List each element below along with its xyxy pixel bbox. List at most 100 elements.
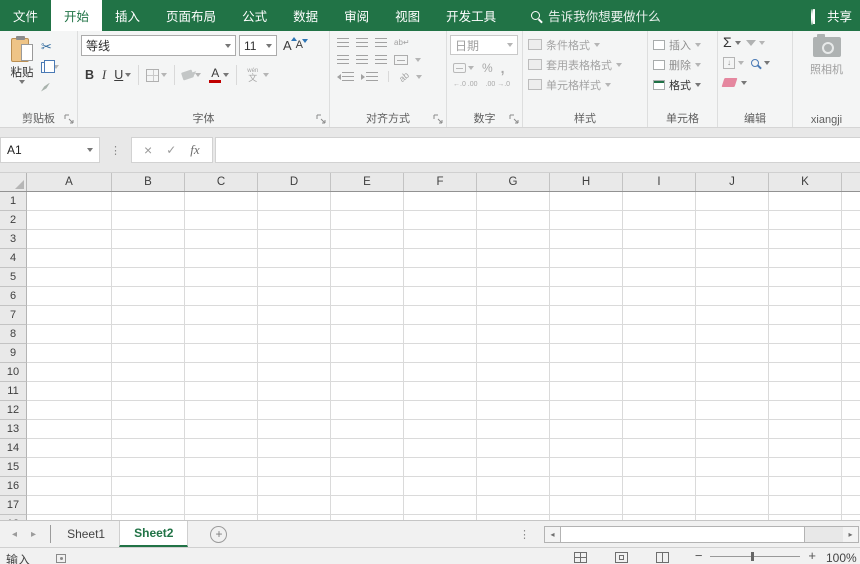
cell-C5[interactable] [185,268,258,287]
cell-I1[interactable] [623,192,696,211]
cell-A12[interactable] [27,401,112,420]
cell-G6[interactable] [477,287,550,306]
cut-button[interactable]: ✂ [41,40,59,54]
row-header-4[interactable]: 4 [0,249,27,268]
cell-J11[interactable] [696,382,769,401]
normal-view-icon[interactable] [574,552,587,563]
zoom-slider[interactable] [710,556,800,557]
row-header-17[interactable]: 17 [0,496,27,515]
cell-D8[interactable] [258,325,331,344]
row-header-14[interactable]: 14 [0,439,27,458]
merge-center-button[interactable] [394,55,408,65]
cell-D9[interactable] [258,344,331,363]
cell-partial-14[interactable] [842,439,860,458]
tab-home[interactable]: 开始 [51,0,102,31]
cell-K4[interactable] [769,249,842,268]
cell-F14[interactable] [404,439,477,458]
cell-partial-15[interactable] [842,458,860,477]
cell-I2[interactable] [623,211,696,230]
cell-J2[interactable] [696,211,769,230]
cell-A10[interactable] [27,363,112,382]
cell-G1[interactable] [477,192,550,211]
align-center-button[interactable] [356,55,368,64]
cell-E7[interactable] [331,306,404,325]
row-header-8[interactable]: 8 [0,325,27,344]
cell-C7[interactable] [185,306,258,325]
cell-E1[interactable] [331,192,404,211]
scroll-right-icon[interactable]: ▸ [843,527,858,542]
splitter-handle-icon[interactable]: ⋮ [519,528,530,541]
row-header-15[interactable]: 15 [0,458,27,477]
enter-button[interactable]: ✓ [166,143,176,157]
cell-K6[interactable] [769,287,842,306]
cell-G14[interactable] [477,439,550,458]
row-header-13[interactable]: 13 [0,420,27,439]
cell-D5[interactable] [258,268,331,287]
cell-C8[interactable] [185,325,258,344]
cell-E3[interactable] [331,230,404,249]
cell-H3[interactable] [550,230,623,249]
cell-B16[interactable] [112,477,185,496]
cell-D15[interactable] [258,458,331,477]
cell-partial-2[interactable] [842,211,860,230]
macro-record-icon[interactable] [56,554,66,563]
cell-J4[interactable] [696,249,769,268]
cell-E10[interactable] [331,363,404,382]
tab-formulas[interactable]: 公式 [229,0,280,31]
cell-E15[interactable] [331,458,404,477]
cell-I5[interactable] [623,268,696,287]
cell-G10[interactable] [477,363,550,382]
cell-E5[interactable] [331,268,404,287]
cell-E16[interactable] [331,477,404,496]
cell-K16[interactable] [769,477,842,496]
cell-K2[interactable] [769,211,842,230]
cell-partial-11[interactable] [842,382,860,401]
cell-B1[interactable] [112,192,185,211]
cell-J13[interactable] [696,420,769,439]
column-header-H[interactable]: H [550,173,623,191]
row-header-11[interactable]: 11 [0,382,27,401]
cell-partial-9[interactable] [842,344,860,363]
cell-K3[interactable] [769,230,842,249]
sheet-tab-sheet2[interactable]: Sheet2 [119,521,188,547]
horizontal-scrollbar[interactable]: ◂ ▸ [544,526,859,543]
cell-C3[interactable] [185,230,258,249]
cell-G16[interactable] [477,477,550,496]
column-header-K[interactable]: K [769,173,842,191]
cell-G11[interactable] [477,382,550,401]
column-header-G[interactable]: G [477,173,550,191]
cell-J15[interactable] [696,458,769,477]
align-left-button[interactable] [337,55,349,64]
cell-I9[interactable] [623,344,696,363]
borders-button[interactable] [142,69,171,82]
cell-I10[interactable] [623,363,696,382]
camera-button[interactable]: 照相机 [810,37,843,77]
cell-I13[interactable] [623,420,696,439]
cell-H6[interactable] [550,287,623,306]
column-header-J[interactable]: J [696,173,769,191]
cell-B7[interactable] [112,306,185,325]
tab-page-layout[interactable]: 页面布局 [153,0,229,31]
cell-F12[interactable] [404,401,477,420]
cell-D16[interactable] [258,477,331,496]
cell-K11[interactable] [769,382,842,401]
cell-D1[interactable] [258,192,331,211]
cell-K15[interactable] [769,458,842,477]
cell-G17[interactable] [477,496,550,515]
cell-K5[interactable] [769,268,842,287]
cell-H8[interactable] [550,325,623,344]
cell-A11[interactable] [27,382,112,401]
column-header-A[interactable]: A [27,173,112,191]
cell-J5[interactable] [696,268,769,287]
column-header-D[interactable]: D [258,173,331,191]
column-header-partial[interactable] [842,173,860,191]
cell-F8[interactable] [404,325,477,344]
cancel-button[interactable]: × [144,142,152,158]
font-dialog-launcher-icon[interactable] [316,114,326,124]
cell-G3[interactable] [477,230,550,249]
cell-C17[interactable] [185,496,258,515]
cell-G8[interactable] [477,325,550,344]
cell-H10[interactable] [550,363,623,382]
cell-partial-5[interactable] [842,268,860,287]
cell-B10[interactable] [112,363,185,382]
